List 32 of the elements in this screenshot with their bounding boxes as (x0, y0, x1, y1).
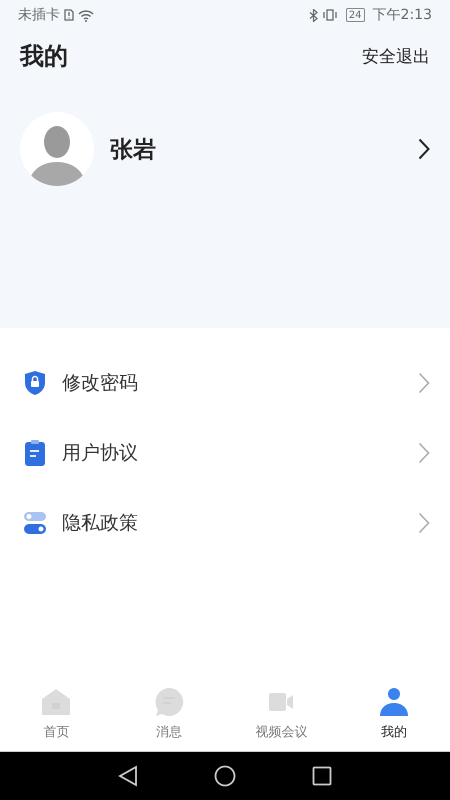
carrier-text: 未插卡 (18, 6, 60, 24)
video-camera-icon (268, 692, 294, 712)
tab[interactable]: 视频会议 (225, 684, 338, 751)
tab[interactable]: 我的 (338, 684, 450, 751)
home-icon (41, 688, 72, 716)
toggle-icon (23, 511, 47, 535)
tab[interactable]: 消息 (112, 684, 225, 751)
chevron-right-icon (418, 372, 430, 394)
battery-icon: 24 (346, 8, 365, 22)
avatar-icon (20, 112, 94, 186)
chevron-right-icon (418, 442, 430, 464)
menu-item[interactable]: 修改密码 (0, 348, 450, 418)
shield-lock-icon (24, 370, 46, 396)
user-name: 张岩 (110, 136, 157, 164)
wifi-icon (78, 8, 94, 22)
chat-bubble-icon (154, 687, 184, 717)
sim-icon (64, 9, 74, 21)
person-icon (378, 687, 409, 717)
recents-icon[interactable] (312, 766, 332, 786)
logout-button[interactable]: 安全退出 (362, 44, 430, 68)
home-icon[interactable] (214, 765, 236, 787)
page-title: 我的 (20, 41, 68, 72)
chevron-right-icon (418, 512, 430, 534)
menu-item[interactable]: 隐私政策 (0, 488, 450, 558)
chevron-right-icon[interactable] (418, 138, 430, 160)
tab[interactable]: 首页 (0, 684, 112, 751)
back-icon[interactable] (118, 765, 138, 787)
vibrate-icon (322, 9, 338, 21)
clock-text: 下午2:13 (372, 6, 432, 24)
clipboard-icon (24, 439, 46, 467)
menu-item[interactable]: 用户协议 (0, 418, 450, 488)
bluetooth-icon (308, 8, 318, 22)
